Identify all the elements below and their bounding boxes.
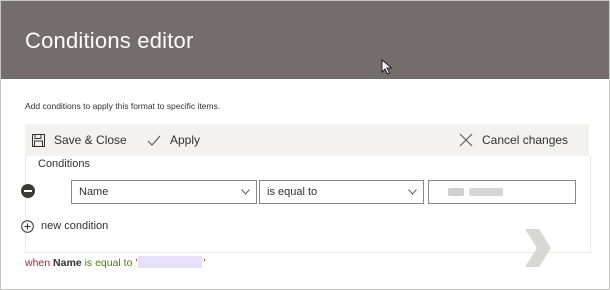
dialog-title: Conditions editor (25, 28, 194, 53)
redacted-value-part (469, 188, 503, 196)
operator-dropdown-value: is equal to (267, 186, 318, 198)
dialog-header: Conditions editor (1, 1, 609, 79)
condition-value-input[interactable] (428, 180, 576, 204)
field-dropdown-value: Name (79, 186, 109, 198)
operator-dropdown[interactable]: is equal to (259, 180, 424, 204)
conditions-legend: Conditions (38, 158, 90, 170)
remove-condition-button[interactable] (21, 184, 35, 198)
summary-quote-open: ' (135, 257, 138, 269)
chevron-down-icon (408, 189, 417, 195)
add-circle-icon (21, 219, 34, 233)
summary-redacted-value (138, 256, 203, 268)
mouse-cursor-icon (381, 59, 393, 75)
new-condition-label: new condition (41, 220, 109, 232)
checkmark-icon (147, 135, 161, 146)
save-close-label: Save & Close (54, 133, 127, 147)
conditions-editor-dialog: Conditions editor Add conditions to appl… (0, 0, 610, 290)
summary-when: when (25, 257, 51, 269)
chevron-right-icon (525, 229, 551, 267)
cancel-changes-button[interactable]: Cancel changes (459, 124, 568, 156)
command-bar: Save & Close Apply Cancel changes (25, 124, 589, 156)
save-icon (32, 133, 45, 147)
close-icon (459, 133, 473, 147)
cancel-changes-label: Cancel changes (482, 133, 569, 147)
summary-quote-close: ' (203, 257, 206, 269)
summary-operator: is equal to (84, 257, 133, 269)
chevron-down-icon (241, 189, 250, 195)
summary-field: Name (53, 257, 82, 269)
dialog-description: Add conditions to apply this format to s… (25, 101, 221, 111)
apply-label: Apply (170, 133, 201, 147)
conditions-group: Conditions (25, 156, 591, 253)
save-close-button[interactable]: Save & Close (32, 124, 127, 156)
apply-button[interactable]: Apply (147, 124, 200, 156)
condition-summary: when Name is equal to ' ' (25, 256, 205, 269)
redacted-value-part (448, 188, 464, 196)
new-condition-button[interactable]: new condition (21, 217, 108, 235)
field-dropdown[interactable]: Name (71, 180, 257, 204)
